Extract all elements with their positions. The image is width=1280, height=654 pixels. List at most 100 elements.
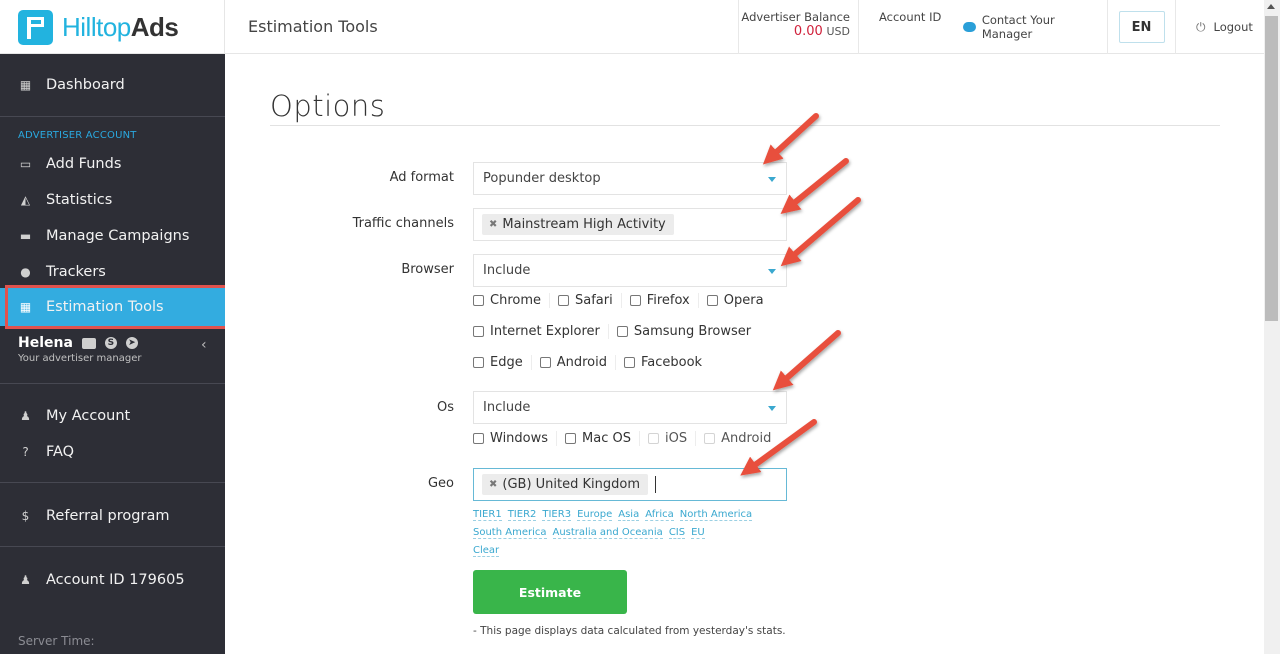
- browser-checkbox-facebook[interactable]: Facebook: [623, 355, 710, 370]
- text-cursor: [655, 476, 657, 493]
- browser-checkbox-samsung[interactable]: Samsung Browser: [616, 324, 759, 339]
- active-indicator: [0, 288, 8, 326]
- chat-bubble-icon: [963, 22, 976, 32]
- geo-link-europe[interactable]: Europe: [577, 509, 613, 521]
- top-header: HilltopAds Estimation Tools Advertiser B…: [0, 0, 1264, 54]
- sidebar-item-faq[interactable]: ? FAQ: [0, 434, 225, 470]
- browser-checkbox-internet-explorer[interactable]: Internet Explorer: [473, 324, 609, 339]
- geo-input[interactable]: ✖ (GB) United Kingdom: [473, 468, 787, 501]
- logout-button[interactable]: ⏻ Logout: [1175, 0, 1264, 54]
- remove-tag-icon[interactable]: ✖: [489, 479, 497, 490]
- geo-link-australia-oceania[interactable]: Australia and Oceania: [552, 527, 663, 539]
- geo-link-north-america[interactable]: North America: [679, 509, 753, 521]
- os-checkbox-ios[interactable]: iOS: [647, 431, 697, 446]
- email-icon[interactable]: [81, 337, 96, 349]
- geo-link-eu[interactable]: EU: [691, 527, 705, 539]
- sidebar-item-manage-campaigns[interactable]: ▬ Manage Campaigns: [0, 218, 225, 254]
- browser-checkbox-chrome[interactable]: Chrome: [473, 293, 550, 308]
- balance-amount: 0.00: [793, 24, 823, 39]
- remove-tag-icon[interactable]: ✖: [489, 219, 497, 230]
- page-heading: Estimation Tools: [248, 17, 378, 36]
- tag-label: Mainstream High Activity: [502, 217, 666, 232]
- brand-name-part1: Hilltop: [62, 11, 131, 42]
- sidebar-divider: [0, 546, 225, 547]
- geo-link-south-america[interactable]: South America: [473, 527, 547, 539]
- brand-name-part2: Ads: [130, 11, 179, 42]
- caret-down-icon: [768, 177, 776, 182]
- geo-link-tier3[interactable]: TIER3: [542, 509, 572, 521]
- sidebar-account-id: ♟ Account ID 179605: [0, 562, 225, 598]
- manager-card: Helena S ➤ Your advertiser manager: [18, 335, 141, 364]
- sidebar-item-statistics[interactable]: ◭ Statistics: [0, 182, 225, 218]
- sidebar-item-my-account[interactable]: ♟ My Account: [0, 398, 225, 434]
- geo-link-cis[interactable]: CIS: [668, 527, 686, 539]
- scrollbar-thumb[interactable]: [1265, 16, 1278, 321]
- browser-checkbox-row: Chrome Safari Firefox Opera: [473, 293, 780, 308]
- sidebar-item-label: Dashboard: [46, 77, 125, 93]
- dollar-icon: $: [21, 509, 30, 523]
- geo-link-tier1[interactable]: TIER1: [473, 509, 502, 521]
- balance-label: Advertiser Balance: [741, 10, 850, 24]
- os-checkbox-android[interactable]: Android: [704, 431, 779, 446]
- geo-link-africa[interactable]: Africa: [645, 509, 674, 521]
- sidebar-item-estimation-tools[interactable]: ▦ Estimation Tools: [5, 285, 229, 329]
- grid-icon: ▦: [19, 78, 32, 92]
- telegram-icon[interactable]: ➤: [125, 337, 138, 349]
- sidebar-divider: [0, 116, 225, 117]
- flag-logo-icon: [18, 9, 53, 45]
- sidebar-item-label: Estimation Tools: [46, 299, 164, 315]
- estimate-button[interactable]: Estimate: [473, 570, 627, 614]
- options-title: Options: [270, 89, 386, 123]
- geo-tag: ✖ (GB) United Kingdom: [482, 474, 649, 495]
- traffic-channel-tag: ✖ Mainstream High Activity: [482, 214, 674, 235]
- scroll-up-arrow-icon[interactable]: [1267, 4, 1275, 9]
- sidebar-item-label: Manage Campaigns: [46, 228, 190, 244]
- browser-checkbox-safari[interactable]: Safari: [558, 293, 622, 308]
- question-circle-icon: ?: [22, 445, 29, 459]
- account-id-label: Account ID: [879, 10, 942, 24]
- main-content: Options Ad format Popunder desktop Traff…: [225, 55, 1264, 654]
- credit-card-icon: ▭: [19, 157, 32, 171]
- geo-link-asia[interactable]: Asia: [618, 509, 640, 521]
- browser-mode-select[interactable]: Include: [473, 254, 787, 287]
- browser-checkbox-edge[interactable]: Edge: [473, 355, 532, 370]
- geo-clear-link[interactable]: Clear: [473, 545, 500, 557]
- sidebar-divider: [0, 383, 225, 384]
- sidebar-item-referral[interactable]: $ Referral program: [0, 498, 225, 534]
- sidebar-item-label: My Account: [46, 408, 131, 424]
- logout-label: Logout: [1213, 20, 1253, 34]
- account-id-value: Account ID 179605: [46, 572, 185, 588]
- sidebar-item-label: Trackers: [46, 264, 106, 280]
- browser-checkbox-firefox[interactable]: Firefox: [629, 293, 699, 308]
- sidebar-item-label: Statistics: [46, 192, 113, 208]
- user-icon: ♟: [20, 573, 31, 587]
- geo-link-tier2[interactable]: TIER2: [507, 509, 537, 521]
- browser-label: Browser: [401, 262, 454, 277]
- sidebar-item-dashboard[interactable]: ▦ Dashboard: [0, 67, 225, 103]
- browser-checkbox-opera[interactable]: Opera: [706, 293, 772, 308]
- user-icon: ♟: [20, 409, 31, 423]
- skype-icon[interactable]: S: [104, 337, 117, 349]
- os-mode-select[interactable]: Include: [473, 391, 787, 424]
- traffic-channels-label: Traffic channels: [352, 216, 454, 231]
- chevron-left-icon[interactable]: ‹: [201, 337, 207, 353]
- os-checkbox-macos[interactable]: Mac OS: [565, 431, 640, 446]
- sidebar-item-add-funds[interactable]: ▭ Add Funds: [0, 146, 225, 182]
- page-scrollbar[interactable]: [1264, 0, 1280, 654]
- browser-checkbox-row: Internet Explorer Samsung Browser: [473, 324, 767, 339]
- browser-checkbox-android[interactable]: Android: [539, 355, 616, 370]
- ad-format-value: Popunder desktop: [483, 171, 601, 186]
- ad-format-select[interactable]: Popunder desktop: [473, 162, 787, 195]
- stats-note: - This page displays data calculated fro…: [473, 625, 786, 637]
- browser-checkbox-row: Edge Android Facebook: [473, 355, 718, 370]
- logo[interactable]: HilltopAds: [0, 0, 225, 54]
- ad-format-label: Ad format: [389, 170, 454, 185]
- calculator-icon: ▦: [19, 300, 32, 314]
- os-checkbox-windows[interactable]: Windows: [473, 431, 558, 446]
- account-id-header: Account ID: [858, 0, 955, 54]
- language-button[interactable]: EN: [1118, 11, 1165, 43]
- traffic-channels-input[interactable]: ✖ Mainstream High Activity: [473, 208, 787, 241]
- browser-mode-value: Include: [483, 263, 531, 278]
- sidebar-item-trackers[interactable]: ● Trackers: [0, 254, 225, 290]
- contact-manager-link[interactable]: Contact Your Manager: [955, 0, 1107, 54]
